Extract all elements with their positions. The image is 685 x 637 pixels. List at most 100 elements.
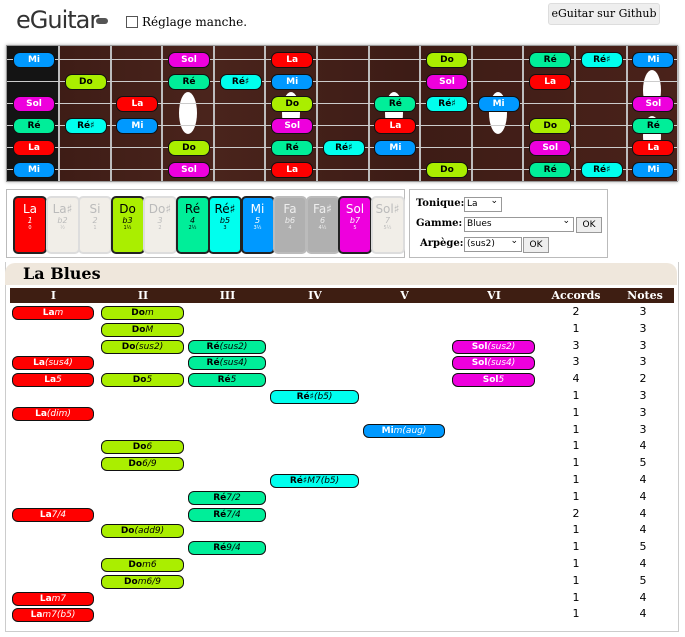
chord-button[interactable]: Dom [101, 306, 184, 320]
chord-button[interactable]: Sol(sus4) [452, 356, 535, 371]
chord-button[interactable]: DoM [101, 322, 184, 337]
fret-note[interactable]: La [632, 140, 675, 156]
chord-button[interactable]: Do6/9 [101, 457, 184, 472]
fret-note[interactable]: Ré♯ [219, 74, 262, 90]
chord-button[interactable]: Sol5 [452, 373, 535, 388]
tonique-select[interactable]: La [464, 195, 502, 212]
fret-note[interactable]: Ré [168, 74, 210, 90]
fret-wire [264, 46, 267, 181]
degree-note: La♯ [52, 202, 73, 216]
fret-note[interactable]: Ré♯ [64, 118, 107, 134]
chord-button[interactable]: Do(add9) [101, 524, 184, 539]
fret-note[interactable]: La [529, 74, 572, 90]
chord-button[interactable]: Lam7(b5) [12, 608, 94, 623]
fret-note[interactable]: Ré [529, 52, 572, 68]
degree-card[interactable]: Mi 5 3½ [240, 196, 275, 254]
arpege-ok-button[interactable]: OK [523, 237, 549, 253]
github-button[interactable]: eGuitar sur Github [548, 3, 660, 25]
fret-note[interactable]: Mi [13, 52, 55, 68]
fret-note[interactable]: Ré♯ [580, 162, 623, 178]
fret-note[interactable]: Ré [529, 162, 572, 178]
fret-note[interactable]: Mi [632, 52, 675, 68]
chord-button[interactable]: Ré♯M7(b5) [270, 474, 359, 488]
chord-button[interactable]: Ré(sus2) [188, 339, 266, 354]
fret-note[interactable]: Ré [271, 140, 314, 156]
degree-card[interactable]: Sol♯ 7 5½ [370, 196, 405, 254]
fret-note[interactable]: Ré♯ [426, 96, 468, 112]
gamme-ok-button[interactable]: OK [576, 217, 602, 233]
degree-card[interactable]: Ré 4 2½ [175, 196, 210, 254]
degree-card[interactable]: Do♯ 3 2 [143, 196, 177, 254]
degree-card[interactable]: La♯ b2 ½ [45, 196, 80, 254]
fret-note[interactable]: Do [529, 118, 572, 134]
chord-button[interactable]: La(sus4) [12, 356, 94, 371]
fret-note[interactable]: Ré [13, 118, 55, 134]
notes-count: 2 [639, 372, 647, 386]
accords-count: 1 [572, 456, 580, 470]
chord-button[interactable]: Ré(sus4) [188, 356, 266, 371]
chord-button[interactable]: Ré9/4 [188, 541, 266, 556]
chord-button[interactable]: La7/4 [12, 507, 94, 522]
fret-note[interactable]: Ré [374, 96, 417, 112]
degree-card[interactable]: Fa♯ 6 4½ [305, 196, 340, 254]
fret-note[interactable]: Sol [426, 74, 468, 90]
chord-button[interactable]: Lam7 [12, 591, 94, 606]
chord-button[interactable]: Dom6 [101, 558, 184, 572]
chord-button[interactable]: Dom6/9 [101, 574, 184, 589]
chord-button[interactable]: Ré5 [188, 373, 266, 388]
chord-button[interactable]: Ré♯(b5) [270, 390, 359, 404]
fret-note[interactable]: Sol [632, 96, 675, 112]
fret-note[interactable]: La [116, 96, 159, 112]
fret-note[interactable]: Sol [13, 96, 55, 112]
fret-note[interactable]: Mi [477, 96, 520, 112]
checkbox-box[interactable] [126, 16, 138, 28]
fret-note[interactable]: Do [426, 52, 468, 68]
reglage-manche-checkbox[interactable]: Réglage manche. [126, 15, 247, 29]
chord-button[interactable]: Ré7/2 [188, 490, 266, 505]
chord-button[interactable]: Ré7/4 [188, 507, 266, 522]
degree-card[interactable]: Si 2 1 [78, 196, 112, 254]
column-header: VI [487, 289, 501, 302]
fret-note[interactable]: Sol [529, 140, 572, 156]
chord-button[interactable]: Lam [12, 306, 94, 320]
degree-card[interactable]: Ré♯ b5 3 [208, 196, 242, 254]
chord-button[interactable]: Do5 [101, 373, 184, 388]
fret-note[interactable]: Do [168, 140, 210, 156]
fret-note[interactable]: Ré♯ [580, 52, 623, 68]
fret-note[interactable]: Sol [271, 118, 314, 134]
degree-card[interactable]: La 1 0 [13, 196, 47, 254]
fret-note[interactable]: Mi [13, 162, 55, 178]
fret-note[interactable]: Do [426, 162, 468, 178]
fret-note[interactable]: Mi [374, 140, 417, 156]
degree-interval: b6 [284, 216, 296, 225]
degree-note: Do♯ [148, 202, 172, 216]
degree-card[interactable]: Do b3 1½ [110, 196, 145, 254]
degree-card[interactable]: Fa b6 4 [273, 196, 307, 254]
chord-button[interactable]: Do6 [101, 440, 184, 455]
chord-button[interactable]: Mim(aug) [363, 423, 445, 438]
fret-note[interactable]: Mi [271, 74, 314, 90]
notes-count: 4 [639, 506, 647, 520]
fret-note[interactable]: La [13, 140, 55, 156]
chord-button[interactable]: Sol(sus2) [452, 339, 535, 354]
fret-note[interactable]: Do [64, 74, 107, 90]
arpege-select[interactable]: (sus2) [464, 235, 522, 252]
chord-button[interactable]: La5 [12, 373, 94, 388]
fret-note[interactable]: Ré [632, 118, 675, 134]
fret-note[interactable]: La [271, 52, 314, 68]
degree-ratio: 4 [288, 225, 292, 231]
gamme-select[interactable]: Blues [464, 215, 574, 232]
fret-note[interactable]: Mi [632, 162, 675, 178]
fret-note[interactable]: Do [271, 96, 314, 112]
fret-note[interactable]: La [374, 118, 417, 134]
fret-note[interactable]: Sol [168, 162, 210, 178]
fret-note[interactable]: Mi [116, 118, 159, 134]
degree-card[interactable]: Sol b7 5 [338, 196, 372, 254]
chord-button[interactable]: La(dim) [12, 406, 94, 421]
chord-button[interactable]: Do(sus2) [101, 339, 184, 354]
degree-note: Sol [345, 202, 365, 216]
fret-note[interactable]: La [271, 162, 314, 178]
fret-note[interactable]: Ré♯ [322, 140, 365, 156]
notes-count: 3 [639, 321, 647, 335]
fret-note[interactable]: Sol [168, 52, 210, 68]
